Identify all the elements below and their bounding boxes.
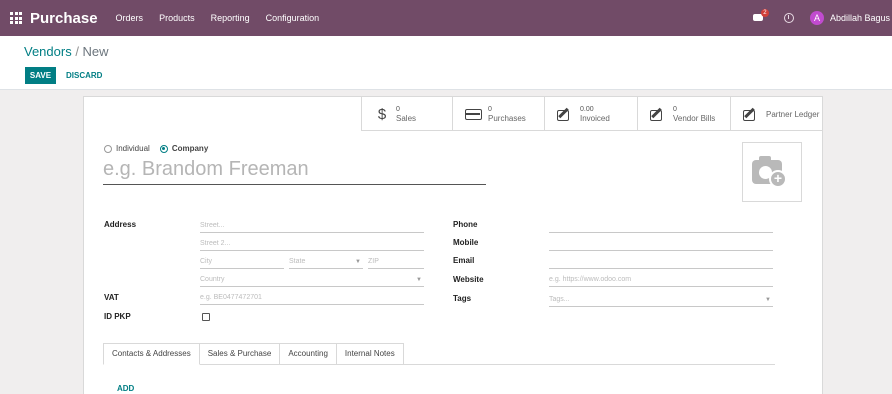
purchases-label: Purchases — [488, 114, 526, 123]
avatar[interactable]: A — [809, 11, 824, 25]
invoiced-label: Invoiced — [580, 114, 610, 123]
tags-select[interactable]: Tags... ▼ — [549, 294, 773, 307]
dollar-icon: $ — [377, 105, 387, 123]
image-upload[interactable]: + — [742, 142, 802, 202]
sales-label: Sales — [396, 114, 417, 123]
breadcrumb-current: New — [82, 44, 109, 59]
vat-label: VAT — [104, 293, 119, 302]
address-label: Address — [104, 220, 137, 229]
apps-menu-icon[interactable] — [10, 12, 22, 24]
sales-stat-button[interactable]: $ 0 Sales — [361, 97, 452, 131]
edit-icon — [650, 107, 665, 121]
id-pkp-label: ID PKP — [104, 312, 131, 321]
tags-placeholder: Tags... — [549, 296, 570, 303]
tab-accounting[interactable]: Accounting — [280, 343, 337, 365]
tab-internal-notes[interactable]: Internal Notes — [336, 343, 404, 365]
state-placeholder: State — [289, 258, 306, 265]
street-input[interactable]: Street... — [200, 220, 424, 233]
activity-clock-icon[interactable] — [783, 13, 794, 23]
vat-input[interactable]: e.g. BE0477472701 — [200, 292, 424, 305]
control-panel: Vendors / New SAVE DISCARD — [0, 36, 892, 90]
individual-radio-label[interactable]: Individual — [116, 144, 150, 153]
smart-button-box: $ 0 Sales 0 Purchases 0.00 Invoiced 0 Vendor… — [361, 97, 823, 131]
breadcrumb: Vendors / New — [24, 44, 109, 59]
chevron-down-icon: ▼ — [355, 259, 361, 265]
tab-contacts-addresses[interactable]: Contacts & Addresses — [103, 343, 200, 365]
chevron-down-icon: ▼ — [416, 277, 422, 283]
breadcrumb-separator: / — [71, 44, 83, 59]
phone-label: Phone — [453, 220, 478, 229]
zip-input[interactable]: ZIP — [368, 256, 424, 269]
mobile-label: Mobile — [453, 238, 479, 247]
tab-sales-purchase[interactable]: Sales & Purchase — [199, 343, 281, 365]
invoiced-amount: 0.00 — [580, 106, 594, 113]
edit-icon — [557, 107, 572, 121]
email-label: Email — [453, 256, 475, 265]
individual-radio[interactable] — [104, 144, 112, 153]
purchases-count: 0 — [488, 106, 492, 113]
invoiced-stat-button[interactable]: 0.00 Invoiced — [544, 97, 637, 131]
company-radio-label[interactable]: Company — [172, 144, 208, 153]
add-contact-button[interactable]: ADD — [117, 384, 134, 393]
vendor-bills-stat-button[interactable]: 0 Vendor Bills — [637, 97, 730, 131]
chevron-down-icon: ▼ — [765, 297, 771, 303]
company-radio[interactable] — [159, 144, 168, 153]
country-placeholder: Country — [200, 276, 225, 283]
vendor-bills-count: 0 — [673, 106, 677, 113]
street2-input[interactable]: Street 2... — [200, 238, 424, 251]
company-type-radio-group: Individual Company — [104, 144, 218, 153]
chat-icon[interactable]: 2 — [752, 9, 769, 23]
email-input[interactable] — [549, 256, 773, 269]
notebook-tabs: Contacts & Addresses Sales & Purchase Ac… — [103, 343, 404, 365]
city-input[interactable]: City — [200, 256, 284, 269]
save-button[interactable]: SAVE — [25, 67, 56, 84]
tags-label: Tags — [453, 294, 472, 303]
mobile-input[interactable] — [549, 238, 773, 251]
purchases-stat-button[interactable]: 0 Purchases — [452, 97, 544, 131]
sales-count: 0 — [396, 106, 400, 113]
state-select[interactable]: State ▼ — [289, 256, 363, 269]
partner-ledger-stat-button[interactable]: Partner Ledger — [730, 97, 823, 131]
app-name[interactable]: Purchase — [30, 10, 98, 27]
menu-reporting[interactable]: Reporting — [211, 13, 250, 23]
discard-button[interactable]: DISCARD — [66, 67, 102, 84]
user-name[interactable]: Abdillah Bagus — [830, 13, 890, 23]
chat-badge: 2 — [760, 9, 769, 17]
website-label: Website — [453, 275, 484, 284]
id-pkp-checkbox[interactable] — [202, 313, 210, 321]
partner-name-input[interactable]: e.g. Brandom Freeman — [103, 158, 486, 185]
website-input[interactable]: e.g. https://www.odoo.com — [549, 274, 773, 287]
breadcrumb-vendors[interactable]: Vendors — [24, 44, 72, 59]
vendor-bills-label: Vendor Bills — [673, 114, 716, 123]
credit-card-icon — [465, 108, 482, 120]
top-navbar: Purchase Orders Products Reporting Confi… — [0, 0, 892, 36]
partner-ledger-label: Partner Ledger — [766, 109, 820, 119]
menu-orders[interactable]: Orders — [116, 13, 144, 23]
menu-configuration[interactable]: Configuration — [266, 13, 320, 23]
country-select[interactable]: Country ▼ — [200, 274, 424, 287]
phone-input[interactable] — [549, 220, 773, 233]
menu-products[interactable]: Products — [159, 13, 195, 23]
edit-icon — [743, 107, 758, 121]
